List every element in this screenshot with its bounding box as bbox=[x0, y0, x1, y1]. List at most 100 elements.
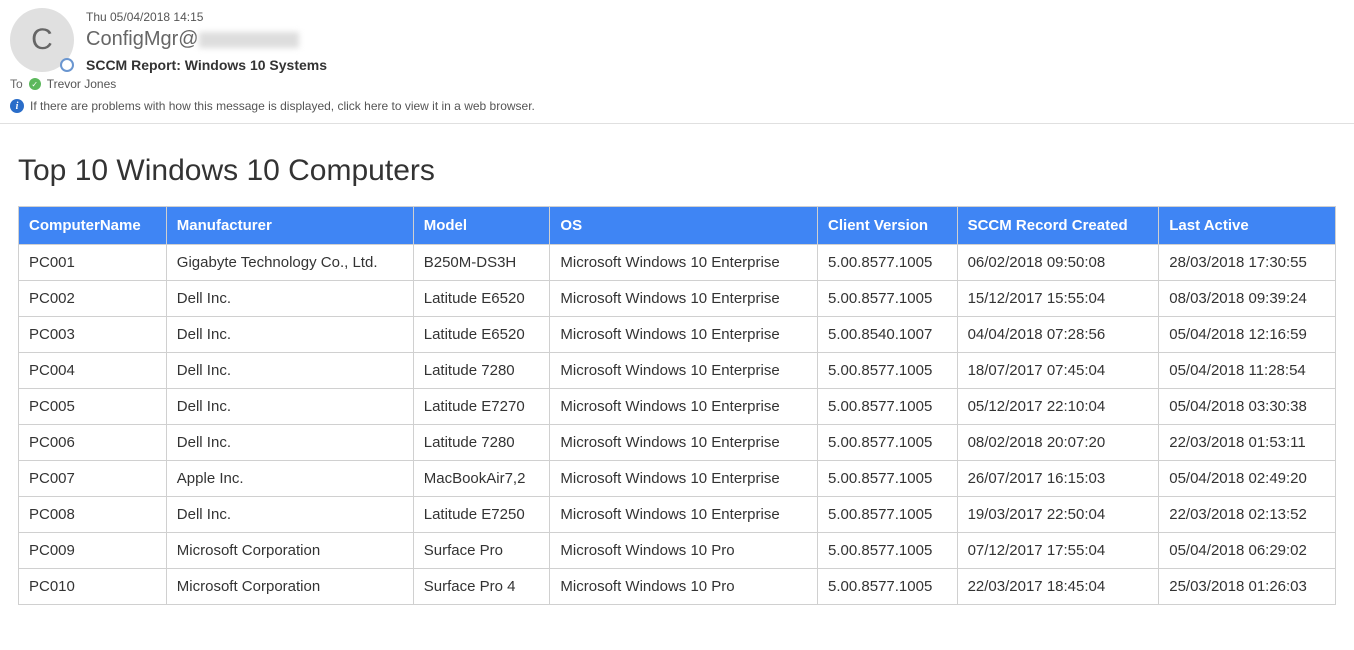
table-cell: Microsoft Corporation bbox=[166, 533, 413, 569]
table-cell: MacBookAir7,2 bbox=[413, 461, 550, 497]
table-cell: 5.00.8577.1005 bbox=[818, 497, 958, 533]
table-row: PC006Dell Inc.Latitude 7280Microsoft Win… bbox=[19, 425, 1336, 461]
table-cell: B250M-DS3H bbox=[413, 245, 550, 281]
table-cell: Microsoft Windows 10 Enterprise bbox=[550, 353, 818, 389]
table-row: PC010Microsoft CorporationSurface Pro 4M… bbox=[19, 569, 1336, 605]
table-cell: Microsoft Windows 10 Enterprise bbox=[550, 245, 818, 281]
email-header: C Thu 05/04/2018 14:15 ConfigMgr@ SCCM R… bbox=[0, 0, 1354, 73]
col-recordcreated: SCCM Record Created bbox=[957, 207, 1159, 245]
table-cell: 22/03/2018 01:53:11 bbox=[1159, 425, 1336, 461]
table-cell: PC010 bbox=[19, 569, 167, 605]
table-cell: Dell Inc. bbox=[166, 353, 413, 389]
table-cell: 22/03/2017 18:45:04 bbox=[957, 569, 1159, 605]
table-cell: 15/12/2017 15:55:04 bbox=[957, 281, 1159, 317]
table-cell: Dell Inc. bbox=[166, 425, 413, 461]
table-cell: 5.00.8577.1005 bbox=[818, 533, 958, 569]
email-meta: Thu 05/04/2018 14:15 ConfigMgr@ SCCM Rep… bbox=[86, 8, 1344, 73]
table-cell: PC003 bbox=[19, 317, 167, 353]
table-cell: Latitude E6520 bbox=[413, 281, 550, 317]
table-cell: 05/04/2018 11:28:54 bbox=[1159, 353, 1336, 389]
table-cell: Microsoft Windows 10 Enterprise bbox=[550, 281, 818, 317]
table-cell: 18/07/2017 07:45:04 bbox=[957, 353, 1159, 389]
table-cell: Apple Inc. bbox=[166, 461, 413, 497]
table-cell: PC006 bbox=[19, 425, 167, 461]
email-from-prefix: ConfigMgr@ bbox=[86, 28, 199, 50]
info-row[interactable]: i If there are problems with how this me… bbox=[0, 95, 1354, 124]
col-os: OS bbox=[550, 207, 818, 245]
table-cell: Microsoft Windows 10 Enterprise bbox=[550, 497, 818, 533]
table-cell: 5.00.8577.1005 bbox=[818, 245, 958, 281]
table-row: PC009Microsoft CorporationSurface ProMic… bbox=[19, 533, 1336, 569]
col-manufacturer: Manufacturer bbox=[166, 207, 413, 245]
table-cell: Surface Pro 4 bbox=[413, 569, 550, 605]
table-row: PC002Dell Inc.Latitude E6520Microsoft Wi… bbox=[19, 281, 1336, 317]
table-cell: 08/02/2018 20:07:20 bbox=[957, 425, 1159, 461]
email-to-label: To bbox=[10, 77, 23, 91]
table-cell: 19/03/2017 22:50:04 bbox=[957, 497, 1159, 533]
table-cell: 5.00.8577.1005 bbox=[818, 389, 958, 425]
presence-indicator-icon bbox=[60, 58, 74, 72]
table-row: PC003Dell Inc.Latitude E6520Microsoft Wi… bbox=[19, 317, 1336, 353]
email-from-domain-redacted bbox=[199, 32, 299, 48]
table-cell: 05/04/2018 02:49:20 bbox=[1159, 461, 1336, 497]
table-row: PC007Apple Inc.MacBookAir7,2Microsoft Wi… bbox=[19, 461, 1336, 497]
col-clientversion: Client Version bbox=[818, 207, 958, 245]
email-to-name: Trevor Jones bbox=[47, 77, 117, 91]
table-cell: 5.00.8577.1005 bbox=[818, 425, 958, 461]
table-cell: Gigabyte Technology Co., Ltd. bbox=[166, 245, 413, 281]
table-cell: 06/02/2018 09:50:08 bbox=[957, 245, 1159, 281]
table-cell: Dell Inc. bbox=[166, 497, 413, 533]
email-from: ConfigMgr@ bbox=[86, 28, 1344, 51]
table-cell: PC004 bbox=[19, 353, 167, 389]
email-date: Thu 05/04/2018 14:15 bbox=[86, 10, 1344, 24]
check-icon: ✓ bbox=[29, 78, 41, 90]
table-cell: Microsoft Windows 10 Pro bbox=[550, 569, 818, 605]
table-row: PC004Dell Inc.Latitude 7280Microsoft Win… bbox=[19, 353, 1336, 389]
table-cell: PC001 bbox=[19, 245, 167, 281]
email-subject: SCCM Report: Windows 10 Systems bbox=[86, 57, 1344, 73]
table-cell: Microsoft Windows 10 Enterprise bbox=[550, 317, 818, 353]
col-computername: ComputerName bbox=[19, 207, 167, 245]
table-cell: Latitude E7250 bbox=[413, 497, 550, 533]
table-cell: 5.00.8540.1007 bbox=[818, 317, 958, 353]
report-table: ComputerName Manufacturer Model OS Clien… bbox=[18, 206, 1336, 605]
info-icon: i bbox=[10, 99, 24, 113]
info-text: If there are problems with how this mess… bbox=[30, 99, 535, 113]
table-cell: Latitude 7280 bbox=[413, 353, 550, 389]
table-cell: 05/12/2017 22:10:04 bbox=[957, 389, 1159, 425]
table-row: PC008Dell Inc.Latitude E7250Microsoft Wi… bbox=[19, 497, 1336, 533]
table-cell: Latitude E6520 bbox=[413, 317, 550, 353]
table-cell: Microsoft Windows 10 Enterprise bbox=[550, 461, 818, 497]
table-cell: 5.00.8577.1005 bbox=[818, 281, 958, 317]
table-cell: PC008 bbox=[19, 497, 167, 533]
table-cell: Dell Inc. bbox=[166, 317, 413, 353]
table-cell: 28/03/2018 17:30:55 bbox=[1159, 245, 1336, 281]
table-row: PC005Dell Inc.Latitude E7270Microsoft Wi… bbox=[19, 389, 1336, 425]
table-cell: 22/03/2018 02:13:52 bbox=[1159, 497, 1336, 533]
col-model: Model bbox=[413, 207, 550, 245]
table-cell: 05/04/2018 12:16:59 bbox=[1159, 317, 1336, 353]
table-cell: Dell Inc. bbox=[166, 281, 413, 317]
table-cell: PC009 bbox=[19, 533, 167, 569]
table-cell: 04/04/2018 07:28:56 bbox=[957, 317, 1159, 353]
table-cell: Surface Pro bbox=[413, 533, 550, 569]
table-cell: 5.00.8577.1005 bbox=[818, 353, 958, 389]
email-to-row: To ✓ Trevor Jones bbox=[0, 73, 1354, 95]
table-cell: 25/03/2018 01:26:03 bbox=[1159, 569, 1336, 605]
table-header-row: ComputerName Manufacturer Model OS Clien… bbox=[19, 207, 1336, 245]
table-row: PC001Gigabyte Technology Co., Ltd.B250M-… bbox=[19, 245, 1336, 281]
table-cell: Microsoft Windows 10 Enterprise bbox=[550, 389, 818, 425]
report-title: Top 10 Windows 10 Computers bbox=[18, 154, 1336, 188]
table-cell: Latitude 7280 bbox=[413, 425, 550, 461]
table-cell: Microsoft Windows 10 Enterprise bbox=[550, 425, 818, 461]
table-cell: PC002 bbox=[19, 281, 167, 317]
table-cell: PC007 bbox=[19, 461, 167, 497]
col-lastactive: Last Active bbox=[1159, 207, 1336, 245]
table-cell: PC005 bbox=[19, 389, 167, 425]
table-cell: 5.00.8577.1005 bbox=[818, 461, 958, 497]
table-cell: Microsoft Windows 10 Pro bbox=[550, 533, 818, 569]
table-cell: Latitude E7270 bbox=[413, 389, 550, 425]
table-cell: 07/12/2017 17:55:04 bbox=[957, 533, 1159, 569]
email-body: Top 10 Windows 10 Computers ComputerName… bbox=[0, 124, 1354, 625]
table-cell: Microsoft Corporation bbox=[166, 569, 413, 605]
